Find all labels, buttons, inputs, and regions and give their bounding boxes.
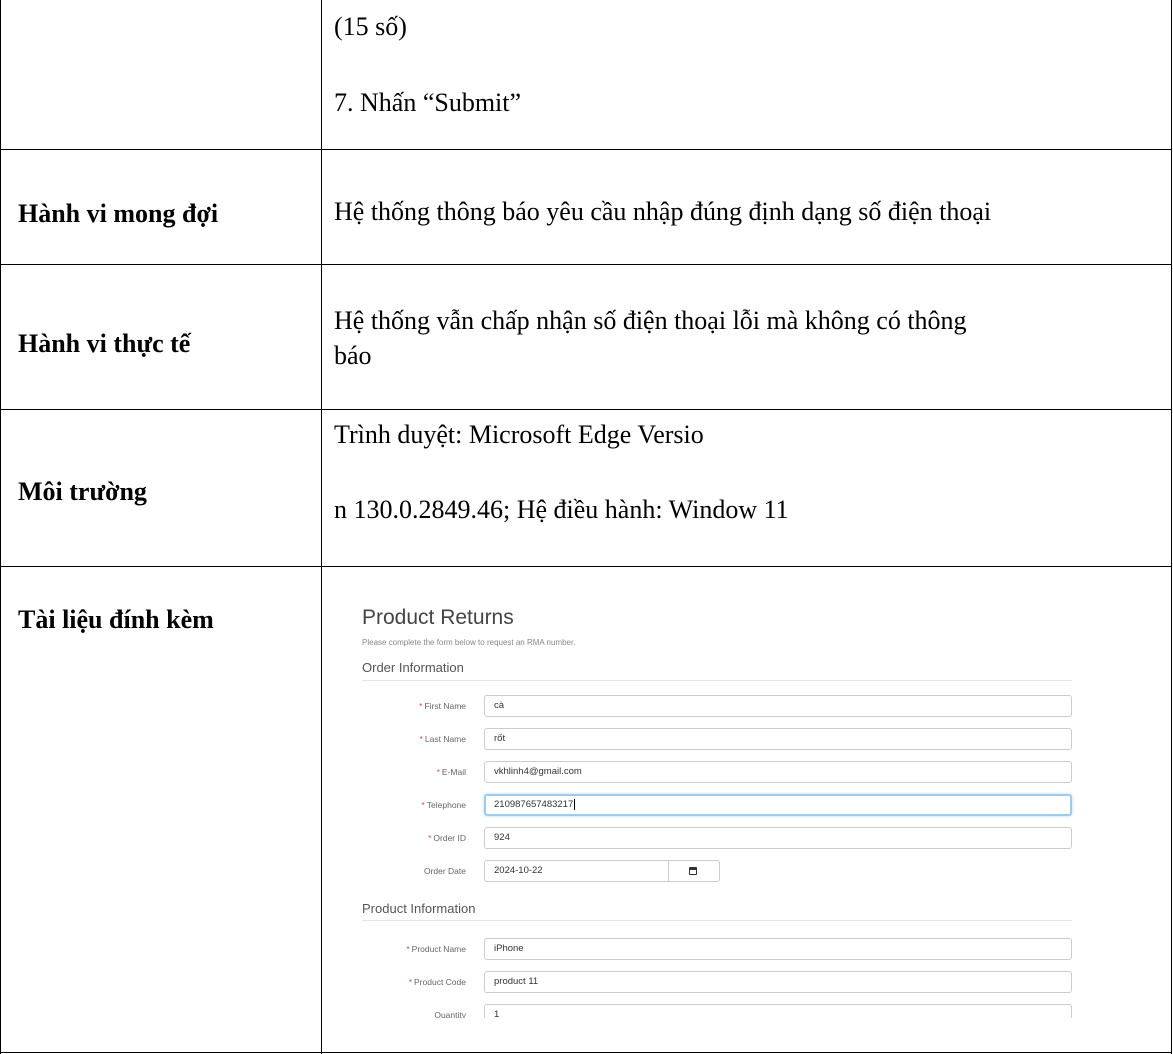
first-name-input[interactable]: cà	[484, 695, 1072, 717]
email-input[interactable]: vkhlinh4@gmail.com	[484, 761, 1072, 783]
environment-value-line-2: n 130.0.2849.46; Hệ điều hành: Window 11	[334, 495, 789, 524]
table-column-divider	[321, 0, 322, 1054]
environment-value-line-1: Trình duyệt: Microsoft Edge Versio	[334, 420, 704, 449]
section-divider	[362, 920, 1072, 921]
text-caret	[574, 798, 576, 810]
calendar-button[interactable]	[668, 860, 720, 882]
attached-screenshot: Product Returns Please complete the form…	[350, 598, 1075, 1018]
product-name-label: * Product Name	[350, 944, 466, 954]
form-title: Product Returns	[362, 606, 514, 629]
required-marker: *	[408, 977, 413, 987]
row-divider	[0, 409, 1172, 410]
order-date-input[interactable]: 2024-10-22	[484, 860, 669, 882]
first-name-label: * First Name	[350, 701, 466, 711]
order-section-heading: Order Information	[362, 660, 464, 675]
quantity-input[interactable]: 1	[484, 1004, 1072, 1018]
calendar-icon	[689, 867, 697, 875]
email-label-text: E-Mail	[441, 767, 466, 777]
telephone-label-text: Telephone	[426, 800, 466, 810]
product-code-label-text: Product Code	[414, 977, 466, 987]
product-code-input[interactable]: product 11	[484, 971, 1072, 993]
order-date-label: Order Date	[423, 866, 466, 876]
order-id-input[interactable]: 924	[484, 827, 1072, 849]
product-name-label-text: Product Name	[411, 944, 466, 954]
table-border-left	[0, 0, 1, 1054]
row-divider	[0, 149, 1172, 150]
actual-value-line-1: Hệ thống vẫn chấp nhận số điện thoại lỗi…	[334, 306, 967, 335]
product-section-heading: Product Information	[362, 901, 476, 916]
required-marker: *	[436, 767, 440, 777]
first-name-label-text: First Name	[424, 701, 466, 711]
required-marker: *	[419, 701, 423, 711]
order-id-label-text: Order ID	[433, 833, 466, 843]
steps-line-1: (15 số)	[334, 12, 407, 41]
actual-label: Hành vi thực tế	[18, 329, 191, 358]
required-marker: *	[428, 833, 432, 843]
product-code-label: * Product Code	[350, 977, 466, 987]
email-label: * E-Mail	[350, 767, 466, 777]
row-divider	[0, 264, 1172, 265]
environment-label: Môi trường	[18, 477, 147, 506]
table-border-bottom	[0, 1052, 1172, 1053]
attachment-label: Tài liệu đính kèm	[18, 605, 214, 634]
quantity-label: Quantity	[434, 1010, 466, 1018]
actual-value-line-2: báo	[334, 341, 372, 370]
telephone-value: 210987657483217	[494, 799, 574, 810]
steps-line-2: 7. Nhấn “Submit”	[334, 88, 522, 117]
expected-label: Hành vi mong đợi	[18, 199, 219, 228]
form-subtitle: Please complete the form below to reques…	[362, 638, 576, 647]
last-name-label: * Last Name	[350, 734, 466, 744]
telephone-input[interactable]: 210987657483217	[484, 794, 1072, 816]
last-name-label-text: Last Name	[424, 734, 466, 744]
product-name-input[interactable]: iPhone	[484, 938, 1072, 960]
required-marker: *	[406, 944, 410, 954]
table-border-right	[1171, 0, 1172, 1054]
section-divider	[362, 680, 1072, 681]
last-name-input[interactable]: rốt	[484, 728, 1072, 750]
telephone-label: * Telephone	[350, 800, 466, 810]
expected-value: Hệ thống thông báo yêu cầu nhập đúng địn…	[334, 197, 992, 226]
required-marker: *	[421, 800, 425, 810]
order-id-label: * Order ID	[350, 833, 466, 843]
row-divider	[0, 566, 1172, 567]
required-marker: *	[419, 734, 423, 744]
